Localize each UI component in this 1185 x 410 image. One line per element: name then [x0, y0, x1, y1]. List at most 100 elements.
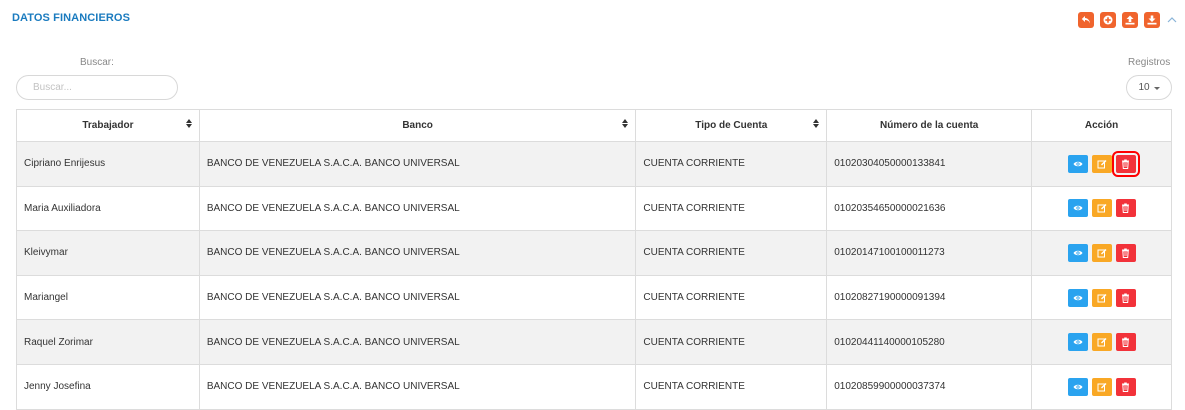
edit-icon: [1097, 248, 1107, 258]
cell-trabajador: Kleivymar: [16, 230, 200, 276]
delete-button[interactable]: [1115, 377, 1136, 396]
chevron-up-icon: [1167, 17, 1177, 23]
delete-button[interactable]: [1115, 288, 1136, 307]
eye-icon: [1073, 250, 1083, 256]
cell-trabajador: Jenny Josefina: [16, 363, 200, 410]
edit-icon: [1097, 293, 1107, 303]
eye-icon: [1073, 206, 1083, 211]
cell-tipo: CUENTA CORRIENTE: [635, 274, 828, 321]
column-header-accion: Acción: [1031, 109, 1172, 142]
cell-actions: [1031, 230, 1172, 276]
edit-icon: [1097, 204, 1107, 213]
eye-icon: [1073, 161, 1083, 167]
trash-icon: [1122, 382, 1130, 392]
cell-numero: 01020354650000021636: [826, 185, 1033, 232]
records-select[interactable]: 10: [1126, 75, 1172, 100]
table-row: Cipriano Enrijesus BANCO DE VENEZUELA S.A…: [16, 141, 1172, 187]
column-header-numero: Número de la cuenta: [826, 109, 1033, 142]
undo-icon: [1081, 16, 1090, 24]
cell-banco: BANCO DE VENEZUELA S.A.C.A. BANCO UNIVER…: [198, 319, 637, 365]
search-label: Buscar:: [80, 57, 114, 68]
view-button[interactable]: [1067, 154, 1088, 173]
edit-icon: [1097, 338, 1107, 347]
delete-button[interactable]: [1111, 150, 1140, 177]
edit-icon: [1097, 382, 1107, 392]
cell-numero: 01020859900000037374: [826, 363, 1033, 410]
plus-circle-icon: [1103, 15, 1113, 25]
cell-banco: BANCO DE VENEZUELA S.A.C.A. BANCO UNIVER…: [198, 141, 637, 187]
view-button[interactable]: [1067, 377, 1088, 396]
table-header-row: Trabajador Banco Tipo de Cuenta Número d…: [16, 109, 1172, 142]
cell-tipo: CUENTA CORRIENTE: [635, 230, 828, 276]
edit-button[interactable]: [1091, 333, 1112, 352]
cell-tipo: CUENTA CORRIENTE: [635, 185, 828, 232]
cell-banco: BANCO DE VENEZUELA S.A.C.A. BANCO UNIVER…: [198, 185, 637, 232]
cell-trabajador: Raquel Zorimar: [16, 319, 200, 365]
cell-trabajador: Maria Auxiliadora: [16, 185, 200, 232]
sort-icon: [622, 119, 629, 129]
upload-icon: [1125, 15, 1135, 25]
cell-actions: [1031, 274, 1172, 321]
column-header-banco[interactable]: Banco: [198, 109, 637, 142]
column-header-tipo[interactable]: Tipo de Cuenta: [635, 109, 828, 142]
download-button[interactable]: [1144, 12, 1160, 28]
collapse-button[interactable]: [1166, 14, 1178, 26]
caret-down-icon: [1153, 86, 1160, 90]
delete-button[interactable]: [1115, 199, 1136, 218]
trash-icon: [1122, 293, 1130, 303]
cell-banco: BANCO DE VENEZUELA S.A.C.A. BANCO UNIVER…: [198, 230, 637, 276]
records-value: 10: [1138, 82, 1150, 93]
cell-numero: 01020147100100011273: [826, 230, 1033, 276]
trash-icon: [1122, 248, 1130, 258]
sort-icon: [185, 119, 192, 129]
table-row: Kleivymar BANCO DE VENEZUELA S.A.C.A. BAN…: [16, 230, 1172, 276]
cell-numero: 01020304050000133841: [826, 141, 1033, 187]
cell-actions: [1031, 185, 1172, 232]
delete-button[interactable]: [1115, 243, 1136, 262]
trash-icon: [1122, 159, 1130, 169]
add-button[interactable]: [1100, 12, 1116, 28]
cell-trabajador: Mariangel: [16, 274, 200, 321]
download-icon: [1147, 15, 1157, 25]
toolbar: [1078, 12, 1178, 28]
table-row: Maria Auxiliadora BANCO DE VENEZUELA S.A.…: [16, 185, 1172, 232]
eye-icon: [1073, 295, 1083, 300]
cell-banco: BANCO DE VENEZUELA S.A.C.A. BANCO UNIVER…: [198, 274, 637, 321]
upload-button[interactable]: [1122, 12, 1138, 28]
view-button[interactable]: [1067, 333, 1088, 352]
edit-button[interactable]: [1091, 377, 1112, 396]
view-button[interactable]: [1067, 199, 1088, 218]
edit-button[interactable]: [1091, 199, 1112, 218]
cell-numero: 01020827190000091394: [826, 274, 1033, 321]
edit-button[interactable]: [1091, 154, 1112, 173]
trash-icon: [1122, 203, 1130, 214]
back-button[interactable]: [1078, 12, 1094, 28]
cell-actions: [1031, 363, 1172, 410]
view-button[interactable]: [1067, 243, 1088, 262]
cell-numero: 01020441140000105280: [826, 319, 1033, 365]
cell-actions: [1031, 141, 1172, 187]
cell-tipo: CUENTA CORRIENTE: [635, 141, 828, 187]
trash-icon: [1122, 337, 1130, 348]
financial-data-table: Trabajador Banco Tipo de Cuenta Número d…: [16, 109, 1172, 410]
sort-icon: [813, 119, 820, 129]
edit-button[interactable]: [1091, 288, 1112, 307]
search-input[interactable]: [16, 75, 178, 100]
table-row: Raquel Zorimar BANCO DE VENEZUELA S.A.C.A…: [16, 319, 1172, 365]
cell-trabajador: Cipriano Enrijesus: [16, 141, 200, 187]
view-button[interactable]: [1067, 288, 1088, 307]
panel-title: DATOS FINANCIEROS: [12, 12, 131, 24]
edit-icon: [1097, 159, 1107, 169]
cell-tipo: CUENTA CORRIENTE: [635, 319, 828, 365]
eye-icon: [1073, 384, 1083, 390]
cell-tipo: CUENTA CORRIENTE: [635, 363, 828, 410]
table-row: Mariangel BANCO DE VENEZUELA S.A.C.A. BAN…: [16, 274, 1172, 321]
delete-button[interactable]: [1115, 333, 1136, 352]
column-header-trabajador[interactable]: Trabajador: [16, 109, 200, 142]
eye-icon: [1073, 339, 1083, 345]
records-label: Registros: [1128, 57, 1171, 68]
cell-banco: BANCO DE VENEZUELA S.A.C.A. BANCO UNIVER…: [198, 363, 637, 410]
table-row: Jenny Josefina BANCO DE VENEZUELA S.A.C.A…: [16, 363, 1172, 410]
cell-actions: [1031, 319, 1172, 365]
edit-button[interactable]: [1091, 243, 1112, 262]
